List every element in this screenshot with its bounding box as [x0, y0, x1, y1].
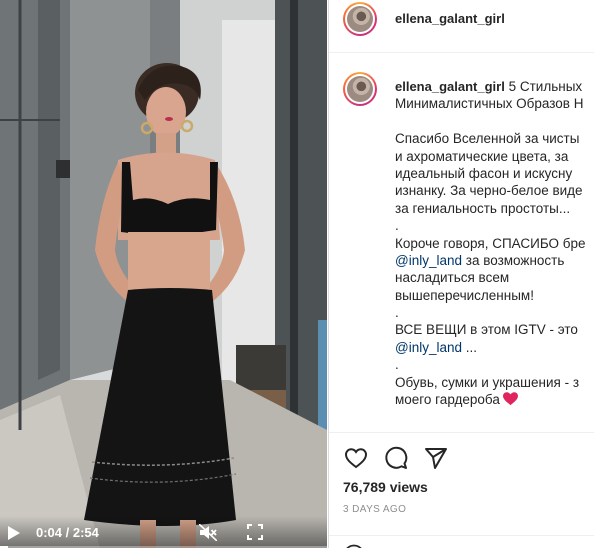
- fullscreen-icon[interactable]: [247, 524, 263, 540]
- post-date[interactable]: 3 DAYS AGO: [343, 504, 406, 515]
- caption-line: идеальный фасон и искусну: [395, 165, 573, 181]
- play-icon[interactable]: [8, 526, 20, 540]
- comment-row: [329, 535, 594, 548]
- video-time: 0:04 / 2:54: [36, 525, 99, 540]
- caption-avatar-border: [345, 74, 375, 104]
- caption-line: вышеперечисленным!: [395, 287, 534, 303]
- caption-avatar[interactable]: [343, 72, 377, 106]
- mention-link[interactable]: @inly_land: [395, 340, 462, 355]
- mention-link[interactable]: @inly_land: [395, 253, 462, 268]
- caption-line: изнанку. За черно-белое виде: [395, 183, 583, 199]
- caption-text: за возможность: [465, 252, 565, 268]
- video-frame: [0, 0, 327, 548]
- caption-line: @inly_land за возможность: [395, 252, 594, 269]
- caption-line: .: [395, 218, 399, 234]
- comment-bubble-icon[interactable]: [383, 445, 409, 471]
- emoji-smile-icon[interactable]: [343, 544, 365, 548]
- caption-line: Короче говоря, СПАСИБО бре: [395, 235, 586, 251]
- caption-line: .: [395, 357, 399, 373]
- heart-outline-icon[interactable]: [343, 445, 369, 471]
- avatar-image: [347, 6, 373, 32]
- post-actions: 76,789 views 3 DAYS AGO: [329, 432, 594, 548]
- caption-gap: [395, 113, 594, 130]
- video-player[interactable]: 0:04 / 2:54: [0, 0, 327, 548]
- avatar-border: [345, 4, 375, 34]
- post-caption: ellena_galant_girl 5 Стильных Минималист…: [395, 78, 594, 408]
- caption-text: моего гардероба: [395, 392, 500, 408]
- avatar[interactable]: [343, 2, 377, 36]
- paper-plane-icon[interactable]: [423, 445, 449, 471]
- red-heart-emoji-icon: [502, 392, 518, 406]
- muted-speaker-icon[interactable]: [199, 524, 217, 541]
- caption-line: моего гардероба: [395, 391, 594, 408]
- caption-username[interactable]: ellena_galant_girl: [395, 79, 505, 94]
- video-controls: 0:04 / 2:54: [0, 516, 327, 548]
- caption-line: .: [395, 305, 399, 321]
- caption-line: Спасибо Вселенной за чисты: [395, 131, 580, 147]
- caption-line: @inly_land ...: [395, 339, 594, 356]
- caption-line: Обувь, сумки и украшения - з: [395, 374, 580, 390]
- post-sidebar: ellena_galant_girl ellena_galant_girl 5 …: [328, 0, 594, 548]
- caption-line: насладиться всем: [395, 270, 510, 286]
- header-username[interactable]: ellena_galant_girl: [395, 11, 505, 26]
- caption-avatar-image: [347, 76, 373, 102]
- post-header: ellena_galant_girl: [329, 0, 594, 53]
- caption-line: Минималистичных Образов Н: [395, 96, 584, 112]
- view-count[interactable]: 76,789 views: [343, 479, 428, 495]
- caption-line: за гениальность простоты...: [395, 200, 571, 216]
- caption-text: 5 Стильных: [508, 79, 583, 94]
- caption-text: ...: [465, 339, 478, 355]
- caption-line: и ахроматические цвета, за: [395, 148, 569, 164]
- caption-line: ВСЕ ВЕЩИ в этом IGTV - это: [395, 322, 578, 338]
- caption-line: ellena_galant_girl 5 Стильных: [395, 78, 594, 95]
